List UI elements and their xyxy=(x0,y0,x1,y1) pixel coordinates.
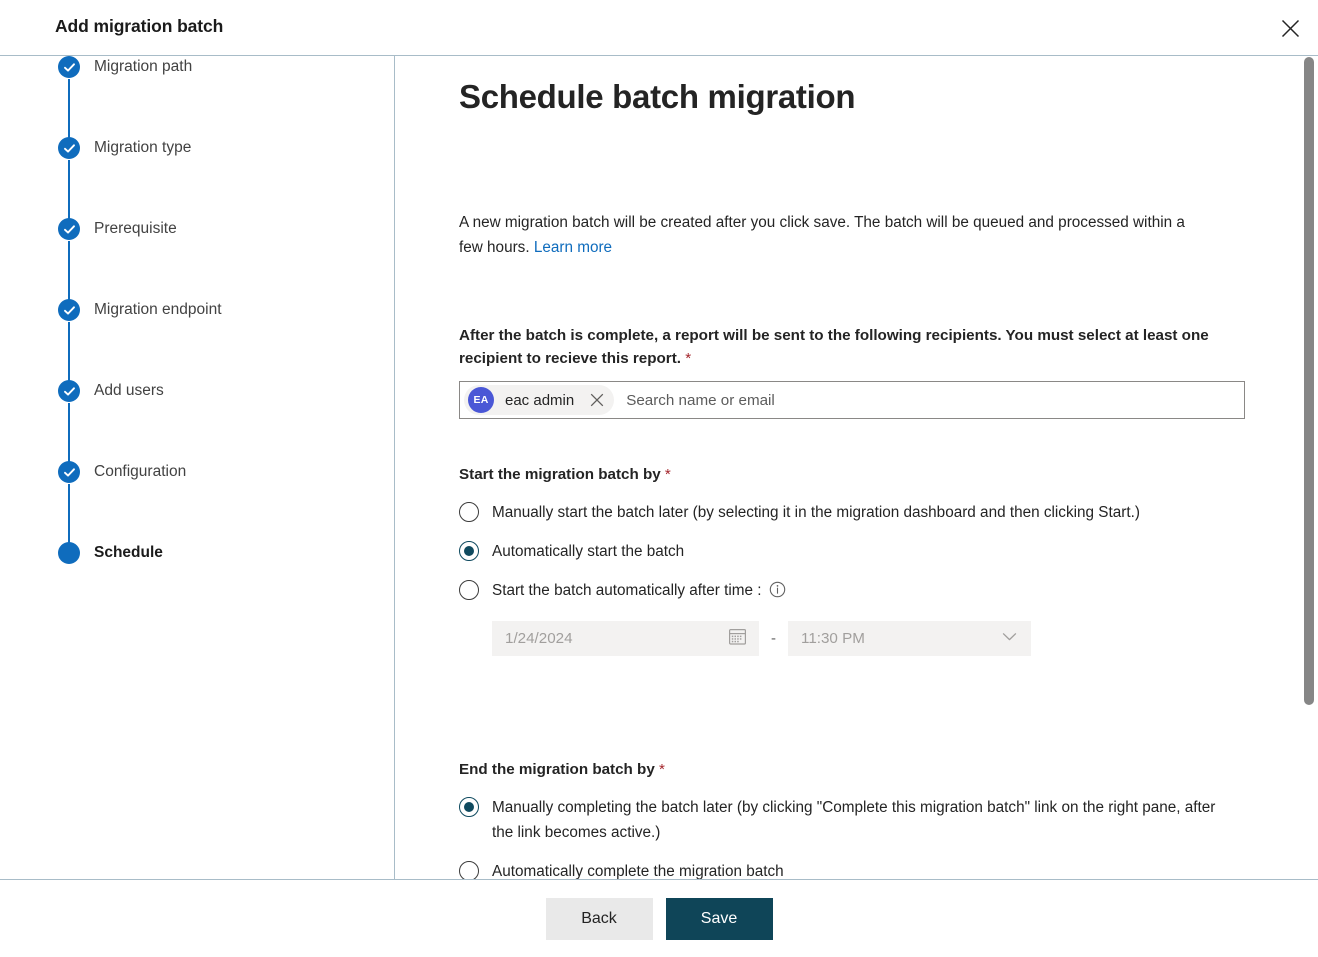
recipients-label-text: After the batch is complete, a report wi… xyxy=(459,327,1209,367)
sidebar-step-label: Migration type xyxy=(94,139,192,156)
back-button[interactable]: Back xyxy=(545,897,653,940)
recipients-block: After the batch is complete, a report wi… xyxy=(459,324,1249,419)
end-batch-radio-group: End the migration batch by * Manually co… xyxy=(459,758,1259,879)
scrollbar-thumb[interactable] xyxy=(1304,57,1314,705)
calendar-icon[interactable] xyxy=(728,627,747,651)
start-batch-label-text: Start the migration batch by xyxy=(459,466,661,483)
sidebar-step-configuration[interactable]: Configuration xyxy=(0,458,395,486)
close-icon xyxy=(1281,19,1300,38)
learn-more-link[interactable]: Learn more xyxy=(534,239,612,256)
required-marker: * xyxy=(664,466,671,483)
step-completed-icon xyxy=(56,216,82,242)
sidebar-step-label: Configuration xyxy=(94,463,187,480)
search-input[interactable]: Search name or email xyxy=(626,392,775,409)
radio-start-automatically[interactable]: Automatically start the batch xyxy=(459,539,1259,564)
sidebar-step-migration-type[interactable]: Migration type xyxy=(0,134,395,162)
step-completed-icon xyxy=(56,135,82,161)
dialog-title: Add migration batch xyxy=(55,16,224,36)
sidebar-step-migration-endpoint[interactable]: Migration endpoint xyxy=(0,296,395,324)
save-button[interactable]: Save xyxy=(665,897,773,940)
radio-indicator[interactable] xyxy=(459,797,479,817)
schedule-datetime-row: 1/24/2024 - 11:30 PM xyxy=(492,621,1259,656)
persona-name: eac admin xyxy=(505,391,575,409)
radio-end-manually[interactable]: Manually completing the batch later (by … xyxy=(459,795,1259,845)
step-current-icon xyxy=(56,540,82,566)
radio-label: Manually start the batch later (by selec… xyxy=(492,504,1140,521)
step-completed-icon xyxy=(56,459,82,485)
recipients-people-picker[interactable]: EA eac admin Search name or email xyxy=(459,381,1245,419)
intro-paragraph: A new migration batch will be created af… xyxy=(459,210,1204,260)
radio-start-after-time[interactable]: Start the batch automatically after time… xyxy=(459,578,1259,603)
radio-end-automatically[interactable]: Automatically complete the migration bat… xyxy=(459,859,1259,879)
radio-label: Start the batch automatically after time… xyxy=(492,582,762,599)
persona-chip[interactable]: EA eac admin xyxy=(464,385,615,415)
avatar: EA xyxy=(468,387,494,413)
datetime-separator: - xyxy=(771,630,776,647)
recipients-label: After the batch is complete, a report wi… xyxy=(459,324,1249,370)
radio-indicator[interactable] xyxy=(459,541,479,561)
step-completed-icon xyxy=(56,297,82,323)
required-marker: * xyxy=(659,761,665,778)
sidebar-step-prerequisite[interactable]: Prerequisite xyxy=(0,215,395,243)
start-time-dropdown[interactable]: 11:30 PM xyxy=(788,621,1031,656)
sidebar-step-schedule[interactable]: Schedule xyxy=(0,539,395,567)
dialog-footer: Back Save xyxy=(0,880,1318,957)
radio-indicator[interactable] xyxy=(459,580,479,600)
radio-label: Automatically start the batch xyxy=(492,543,685,560)
sidebar-step-add-users[interactable]: Add users xyxy=(0,377,395,405)
start-date-input[interactable]: 1/24/2024 xyxy=(492,621,759,656)
start-date-value: 1/24/2024 xyxy=(505,630,573,647)
step-completed-icon xyxy=(56,378,82,404)
start-time-value: 11:30 PM xyxy=(801,630,865,647)
sidebar-step-label: Add users xyxy=(94,382,164,399)
wizard-stepper: Migration path Migration type Prerequisi… xyxy=(0,56,395,879)
remove-persona-icon[interactable] xyxy=(584,387,610,413)
schedule-content-pane: Schedule batch migration A new migration… xyxy=(396,56,1318,879)
start-batch-radio-group: Start the migration batch by * Manually … xyxy=(459,463,1259,656)
radio-indicator[interactable] xyxy=(459,861,479,879)
radio-label: Manually completing the batch later (by … xyxy=(492,799,1216,841)
page-title: Schedule batch migration xyxy=(459,78,856,115)
sidebar-step-label: Migration endpoint xyxy=(94,301,222,318)
radio-start-manually[interactable]: Manually start the batch later (by selec… xyxy=(459,500,1259,525)
chevron-down-icon[interactable] xyxy=(1000,627,1019,651)
sidebar-step-label: Schedule xyxy=(94,544,163,561)
sidebar-step-label: Prerequisite xyxy=(94,220,177,237)
sidebar-step-migration-path[interactable]: Migration path xyxy=(0,53,395,81)
required-marker: * xyxy=(685,350,692,367)
end-batch-label-text: End the migration batch by xyxy=(459,761,655,778)
sidebar-step-label: Migration path xyxy=(94,58,193,75)
step-completed-icon xyxy=(56,54,82,80)
radio-label: Automatically complete the migration bat… xyxy=(492,863,784,879)
content-scrollbar[interactable] xyxy=(1302,56,1316,879)
dialog-header: Add migration batch xyxy=(0,0,1318,55)
end-batch-label: End the migration batch by * xyxy=(459,758,1259,781)
close-dialog-button[interactable] xyxy=(1270,8,1310,48)
start-batch-label: Start the migration batch by * xyxy=(459,463,1259,486)
radio-indicator[interactable] xyxy=(459,502,479,522)
info-icon[interactable] xyxy=(769,581,786,598)
